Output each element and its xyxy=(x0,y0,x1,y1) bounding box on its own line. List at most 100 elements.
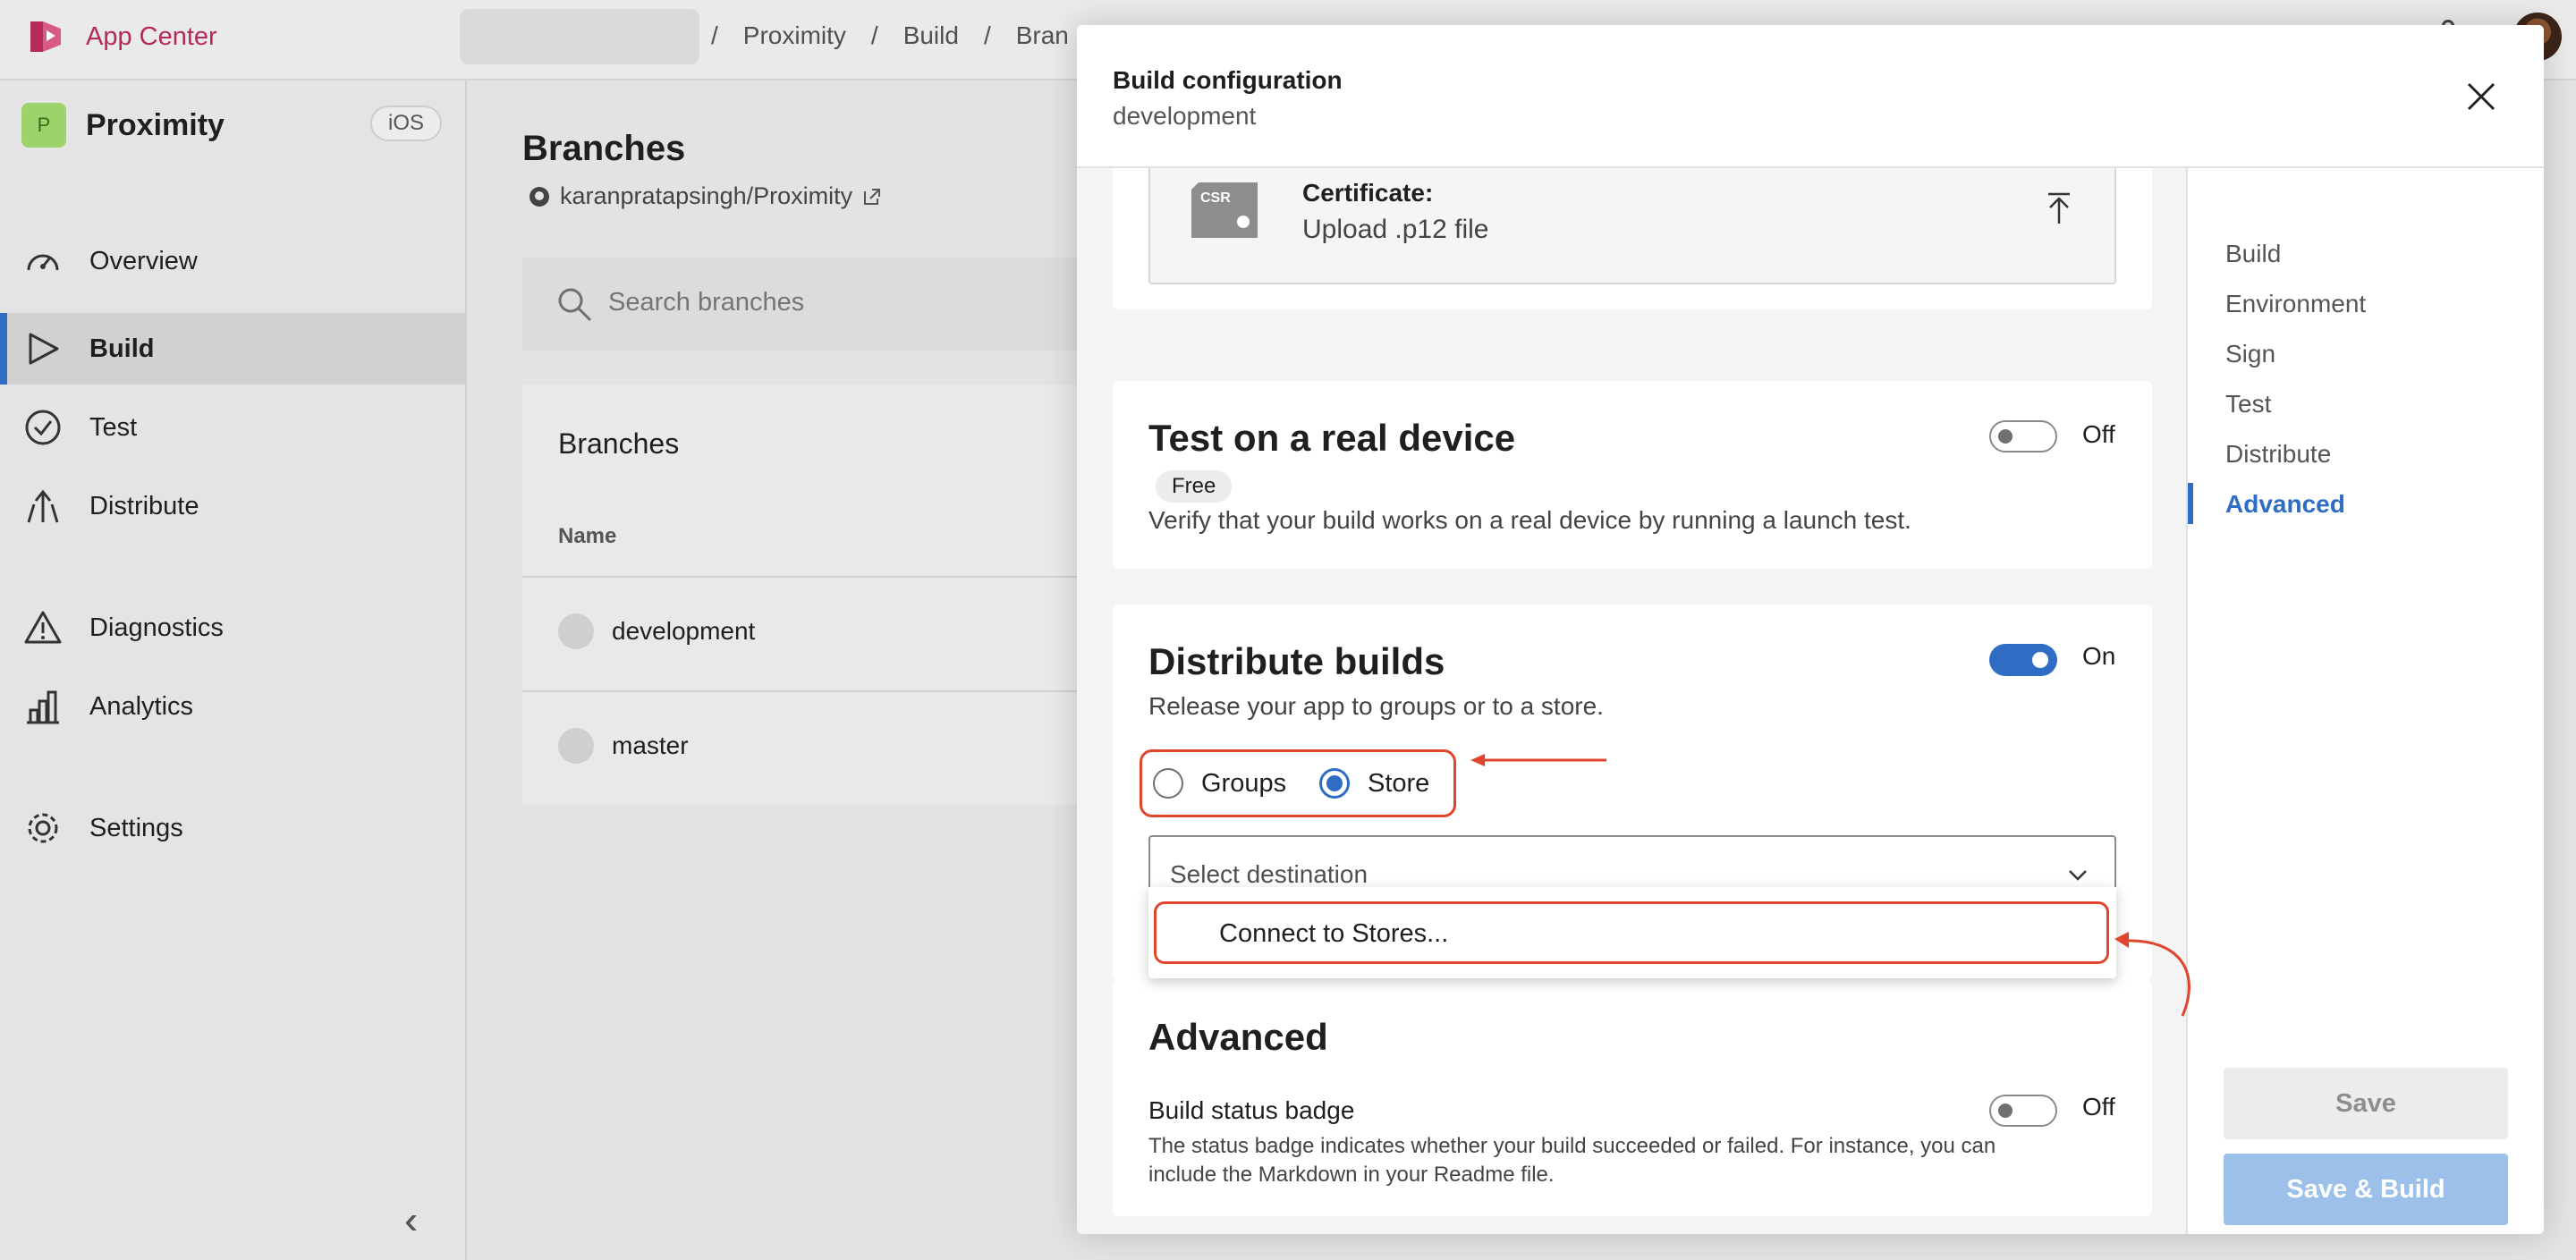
radio-groups[interactable]: Groups xyxy=(1153,768,1286,799)
sidebar-item-test[interactable]: Test xyxy=(0,392,465,463)
badge-title: Build status badge xyxy=(1148,1096,1355,1124)
panel-subtitle: development xyxy=(1113,102,1257,130)
save-button[interactable]: Save xyxy=(2224,1068,2508,1139)
radio-selected-icon xyxy=(1319,768,1350,799)
radio-label: Groups xyxy=(1201,768,1287,798)
app-name: Proximity xyxy=(86,107,225,142)
search-placeholder: Search branches xyxy=(608,288,805,317)
app-badge: P xyxy=(21,103,66,148)
app-center-logo-icon xyxy=(30,21,61,52)
badge-toggle-label: Off xyxy=(2082,1093,2115,1120)
panel-section-nav: Build Environment Sign Test Distribute A… xyxy=(2188,168,2544,1234)
select-placeholder: Select destination xyxy=(1170,860,1368,888)
repo-link[interactable]: karanpratapsingh/Proximity xyxy=(528,182,883,210)
advanced-card-title: Advanced xyxy=(1148,1016,1328,1058)
test-card-description: Verify that your build works on a real d… xyxy=(1148,506,1911,534)
badge-description: The status badge indicates whether your … xyxy=(1148,1134,1996,1187)
divider xyxy=(522,576,1095,578)
repo-name: karanpratapsingh/Proximity xyxy=(560,182,853,209)
build-configuration-panel: Build configuration development CSR Cert… xyxy=(1077,25,2544,1234)
gear-icon xyxy=(28,813,58,843)
close-icon[interactable] xyxy=(2463,79,2499,114)
panel-nav-environment[interactable]: Environment xyxy=(2225,290,2366,318)
option-label: Connect to Stores... xyxy=(1219,919,1449,948)
app-selector[interactable]: P Proximity iOS xyxy=(21,100,442,150)
chevron-down-icon xyxy=(2069,870,2087,881)
sidebar-item-diagnostics[interactable]: Diagnostics xyxy=(0,592,465,664)
branch-status-icon xyxy=(558,728,594,764)
breadcrumb-build[interactable]: Build xyxy=(903,21,959,50)
divider xyxy=(522,690,1095,692)
panel-nav-build[interactable]: Build xyxy=(2225,240,2281,268)
gauge-icon xyxy=(27,254,59,271)
sidebar-item-label: Distribute xyxy=(89,491,199,520)
badge-toggle[interactable] xyxy=(1989,1095,2057,1127)
play-icon xyxy=(29,333,59,365)
sidebar-item-build[interactable]: Build xyxy=(0,313,465,385)
branch-status-icon xyxy=(558,613,594,649)
distribute-card-title: Distribute builds xyxy=(1148,640,1445,682)
distribute-icon xyxy=(27,489,59,523)
sidebar-item-analytics[interactable]: Analytics xyxy=(0,671,465,742)
sidebar-item-label: Settings xyxy=(89,813,183,842)
annotation-arrow-icon xyxy=(1470,754,1606,766)
panel-nav-advanced[interactable]: Advanced xyxy=(2225,490,2345,519)
annotation-curved-arrow-icon xyxy=(2114,932,2190,1017)
test-card: Test on a real device Free Verify that y… xyxy=(1113,381,2152,569)
connect-to-stores-option[interactable]: Connect to Stores... xyxy=(1154,901,2109,964)
check-circle-icon xyxy=(25,410,61,445)
active-section-marker xyxy=(2188,483,2193,524)
breadcrumb-separator: / xyxy=(870,21,878,49)
sidebar-item-settings[interactable]: Settings xyxy=(0,792,465,864)
collapse-sidebar-icon[interactable]: ‹‹ xyxy=(404,1198,422,1243)
branches-card-title: Branches xyxy=(558,427,680,460)
certificate-upload[interactable]: CSR Certificate: Upload .p12 file xyxy=(1148,168,2116,284)
panel-nav-distribute[interactable]: Distribute xyxy=(2225,440,2331,469)
destination-dropdown: Connect to Stores... xyxy=(1148,887,2116,978)
sidebar-item-overview[interactable]: Overview xyxy=(0,225,465,297)
search-input[interactable]: Search branches xyxy=(522,258,1095,351)
warning-icon xyxy=(24,611,62,644)
panel-header: Build configuration development xyxy=(1077,25,2544,168)
csr-icon-text: CSR xyxy=(1200,190,1231,206)
org-selector[interactable] xyxy=(460,9,699,64)
bar-chart-icon xyxy=(27,690,59,724)
advanced-card: Advanced Build status badge The status b… xyxy=(1113,980,2152,1216)
radio-label: Store xyxy=(1368,768,1430,798)
sidebar-item-label: Diagnostics xyxy=(89,613,224,642)
table-row[interactable]: master xyxy=(558,728,689,764)
branch-name: master xyxy=(612,731,689,759)
brand[interactable]: App Center xyxy=(25,16,217,57)
breadcrumb-branches[interactable]: Bran xyxy=(1016,21,1069,50)
sidebar: P Proximity iOS Overview Build Test Dist… xyxy=(0,80,467,1260)
sidebar-item-label: Test xyxy=(89,412,138,442)
certificate-label: Certificate: xyxy=(1302,179,1434,207)
upload-icon[interactable] xyxy=(2045,191,2073,227)
external-link-icon xyxy=(864,188,881,205)
sidebar-item-distribute[interactable]: Distribute xyxy=(0,470,465,542)
certificate-value: Upload .p12 file xyxy=(1302,215,1489,244)
platform-badge: iOS xyxy=(369,106,442,141)
panel-nav-sign[interactable]: Sign xyxy=(2225,340,2275,368)
radio-store[interactable]: Store xyxy=(1319,768,1429,799)
test-card-title: Test on a real device xyxy=(1148,417,1516,459)
test-device-toggle[interactable] xyxy=(1989,420,2057,452)
sidebar-item-label: Overview xyxy=(89,246,198,275)
save-build-button[interactable]: Save & Build xyxy=(2224,1154,2508,1225)
branches-card: Branches Name development master xyxy=(522,385,1095,805)
breadcrumb-separator: / xyxy=(711,21,718,49)
breadcrumb-app[interactable]: Proximity xyxy=(743,21,846,50)
distribute-option-group: Groups Store xyxy=(1140,749,1456,817)
table-row[interactable]: development xyxy=(558,613,755,649)
csr-file-icon: CSR xyxy=(1191,182,1258,238)
panel-nav-test[interactable]: Test xyxy=(2225,390,2271,419)
distribute-toggle[interactable] xyxy=(1989,644,2057,676)
distribute-toggle-label: On xyxy=(2082,642,2116,670)
github-icon xyxy=(530,186,549,207)
sign-card: CSR Certificate: Upload .p12 file xyxy=(1113,168,2152,309)
test-toggle-label: Off xyxy=(2082,420,2115,448)
panel-body: CSR Certificate: Upload .p12 file Test o… xyxy=(1077,168,2188,1234)
breadcrumb: / Proximity / Build / Bran xyxy=(711,21,1069,50)
radio-unselected-icon xyxy=(1153,768,1183,799)
sidebar-item-label: Analytics xyxy=(89,691,194,721)
